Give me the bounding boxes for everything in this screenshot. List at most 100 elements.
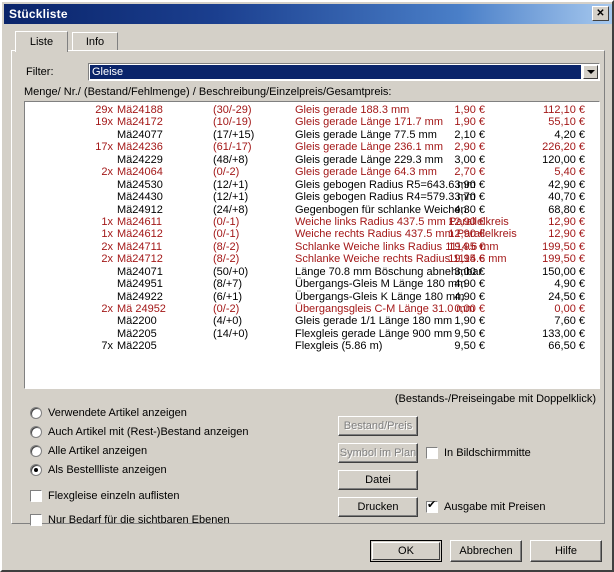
row-total-price: 42,90 € xyxy=(548,178,585,191)
display-mode-option-1[interactable]: Auch Artikel mit (Rest-)Bestand anzeigen xyxy=(30,425,249,439)
row-article-number: Mä 24952 xyxy=(117,303,166,315)
row-total-price: 4,90 € xyxy=(554,278,585,291)
title-bar[interactable]: Stückliste ✕ xyxy=(4,4,612,24)
ok-button[interactable]: OK xyxy=(370,540,442,562)
parts-list-rows: 29x Mä24188 (30/-29) Gleis gerade 188.3 mm 1… xyxy=(25,104,599,353)
table-row[interactable]: Mä24077 (17/+15) Gleis gerade Länge 77.5 m… xyxy=(25,129,599,141)
table-row[interactable]: Mä24430 (12/+1) Gleis gebogen Radius R4=57… xyxy=(25,191,599,203)
tab-liste[interactable]: Liste xyxy=(15,31,68,52)
filter-combobox[interactable]: Gleise xyxy=(88,63,600,81)
ausgabe-mit-preisen-option[interactable]: Ausgabe mit Preisen xyxy=(426,499,546,514)
row-article-number: Mä24071 xyxy=(117,265,163,278)
checkbox-label: Nur Bedarf für die sichtbaren Ebenen xyxy=(48,514,230,526)
table-row[interactable]: Mä2200 (4/+0) Gleis gerade 1/1 Länge 180 m… xyxy=(25,315,599,327)
row-article-number: Mä2200 xyxy=(117,315,157,328)
row-article-number: Mä24077 xyxy=(117,128,163,141)
table-row[interactable]: 29x Mä24188 (30/-29) Gleis gerade 188.3 mm 1… xyxy=(25,104,599,116)
row-article-number: Mä24712 xyxy=(117,253,163,266)
hint-text: (Bestands-/Preiseingabe mit Doppelklick) xyxy=(394,393,596,405)
row-total-price: 12,90 € xyxy=(548,228,585,241)
row-total-price: 55,10 € xyxy=(548,116,585,129)
row-article-number: Mä24530 xyxy=(117,178,163,191)
radio-button[interactable] xyxy=(30,445,42,457)
row-article-number: Mä24922 xyxy=(117,290,163,303)
radio-button[interactable] xyxy=(30,407,42,419)
close-icon[interactable]: ✕ xyxy=(592,6,609,21)
filter-selected-value: Gleise xyxy=(90,65,581,79)
table-row[interactable]: Mä24951 (8/+7) Übergangs-Gleis M Länge 180… xyxy=(25,278,599,290)
row-quantity: 19x xyxy=(95,116,113,129)
datei-button[interactable]: Datei xyxy=(338,470,418,490)
list-option-1[interactable]: Nur Bedarf für die sichtbaren Ebenen xyxy=(30,513,230,527)
parts-listbox[interactable]: 29x Mä24188 (30/-29) Gleis gerade 188.3 mm 1… xyxy=(24,101,600,389)
row-stock: (12/+1) xyxy=(213,178,249,191)
bestand-preis-button[interactable]: Bestand/Preis xyxy=(338,416,418,436)
row-stock: (8/+7) xyxy=(213,278,243,291)
ok-button-label: OK xyxy=(372,542,440,560)
table-row[interactable]: 19x Mä24172 (10/-19) Gleis gerade Länge 171… xyxy=(25,116,599,128)
checkbox-label: Flexgleise einzeln auflisten xyxy=(48,490,180,502)
row-total-price: 7,60 € xyxy=(554,315,585,328)
drucken-button[interactable]: Drucken xyxy=(338,497,418,517)
symbol-im-plan-button[interactable]: Symbol im Plan xyxy=(338,443,418,463)
row-stock: (17/+15) xyxy=(213,128,255,141)
table-row[interactable]: Mä24912 (24/+8) Gegenbogen für schlanke We… xyxy=(25,204,599,216)
row-article-number: Mä24236 xyxy=(117,141,163,154)
display-mode-option-3[interactable]: Als Bestellliste anzeigen xyxy=(30,463,167,477)
row-total-price: 0,00 € xyxy=(554,303,585,315)
checkbox[interactable] xyxy=(30,490,42,502)
table-row[interactable]: 1x Mä24612 (0/-1) Weiche rechts Radius 437.… xyxy=(25,228,599,240)
row-article-number: Mä24611 xyxy=(117,215,163,228)
table-row[interactable]: 2x Mä24064 (0/-2) Gleis gerade Länge 64.3 m… xyxy=(25,166,599,178)
table-row[interactable]: 2x Mä 24952 (0/-2) Übergangsgleis C-M Länge… xyxy=(25,303,599,315)
row-total-price: 40,70 € xyxy=(548,191,585,204)
table-row[interactable]: 7x Mä2205 Flexgleis (5.86 m) 9,50 €66,50 € xyxy=(25,340,599,352)
row-quantity: 7x xyxy=(101,340,113,353)
display-mode-option-0[interactable]: Verwendete Artikel anzeigen xyxy=(30,406,187,420)
table-row[interactable]: 1x Mä24611 (0/-1) Weiche links Radius 437.5… xyxy=(25,216,599,228)
row-article-number: Mä24064 xyxy=(117,166,163,179)
tab-info[interactable]: Info xyxy=(72,32,118,51)
row-quantity: 2x xyxy=(101,240,113,253)
table-row[interactable]: 2x Mä24712 (8/-2) Schlanke Weiche rechts Ra… xyxy=(25,253,599,265)
row-stock: (0/-1) xyxy=(213,228,240,241)
table-row[interactable]: 17x Mä24236 (61/-17) Gleis gerade Länge 236… xyxy=(25,141,599,153)
table-row[interactable]: Mä24229 (48/+8) Gleis gerade Länge 229.3 m… xyxy=(25,154,599,166)
ausgabe-mit-preisen-checkbox[interactable] xyxy=(426,499,438,513)
stueckliste-dialog: Stückliste ✕ Liste Info Filter: Gleise Me… xyxy=(0,0,614,572)
window-title: Stückliste xyxy=(9,7,68,21)
table-row[interactable]: Mä2205 (14/+0) Flexgleis gerade Länge 900 … xyxy=(25,328,599,340)
row-stock: (0/-2) xyxy=(213,166,240,179)
display-mode-option-2[interactable]: Alle Artikel anzeigen xyxy=(30,444,147,458)
tab-label: Info xyxy=(85,36,105,48)
row-article-number: Mä24612 xyxy=(117,228,163,241)
cancel-button[interactable]: Abbrechen xyxy=(450,540,522,562)
chevron-down-icon[interactable] xyxy=(583,65,598,79)
row-stock: (50/+0) xyxy=(213,265,249,278)
row-quantity: 2x xyxy=(101,253,113,266)
row-total-price: 5,40 € xyxy=(554,166,585,179)
radio-button[interactable] xyxy=(30,464,42,476)
in-bildschirmmitte-option[interactable]: In Bildschirmmitte xyxy=(426,446,531,460)
checkbox[interactable] xyxy=(30,514,42,526)
table-row[interactable]: Mä24922 (6/+1) Übergangs-Gleis K Länge 180… xyxy=(25,291,599,303)
row-article-number: Mä24229 xyxy=(117,153,163,166)
list-option-0[interactable]: Flexgleise einzeln auflisten xyxy=(30,489,179,503)
row-stock: (24/+8) xyxy=(213,203,249,216)
row-stock: (0/-1) xyxy=(213,215,240,228)
table-row[interactable]: 2x Mä24711 (8/-2) Schlanke Weiche links Rad… xyxy=(25,241,599,253)
row-stock: (30/-29) xyxy=(213,104,252,116)
row-total-price: 66,50 € xyxy=(548,340,585,353)
help-button[interactable]: Hilfe xyxy=(530,540,602,562)
row-article-number: Mä24912 xyxy=(117,203,163,216)
row-stock: (4/+0) xyxy=(213,315,243,328)
table-row[interactable]: Mä24530 (12/+1) Gleis gebogen Radius R5=64… xyxy=(25,179,599,191)
radio-label: Alle Artikel anzeigen xyxy=(48,445,148,457)
in-bildschirmmitte-checkbox[interactable] xyxy=(426,447,438,459)
row-stock: (8/-2) xyxy=(213,240,240,253)
radio-button[interactable] xyxy=(30,426,42,438)
row-stock: (48/+8) xyxy=(213,153,249,166)
row-stock: (12/+1) xyxy=(213,191,249,204)
list-columns-caption: Menge/ Nr./ (Bestand/Fehlmenge) / Beschr… xyxy=(24,86,392,98)
table-row[interactable]: Mä24071 (50/+0) Länge 70.8 mm Böschung abn… xyxy=(25,266,599,278)
